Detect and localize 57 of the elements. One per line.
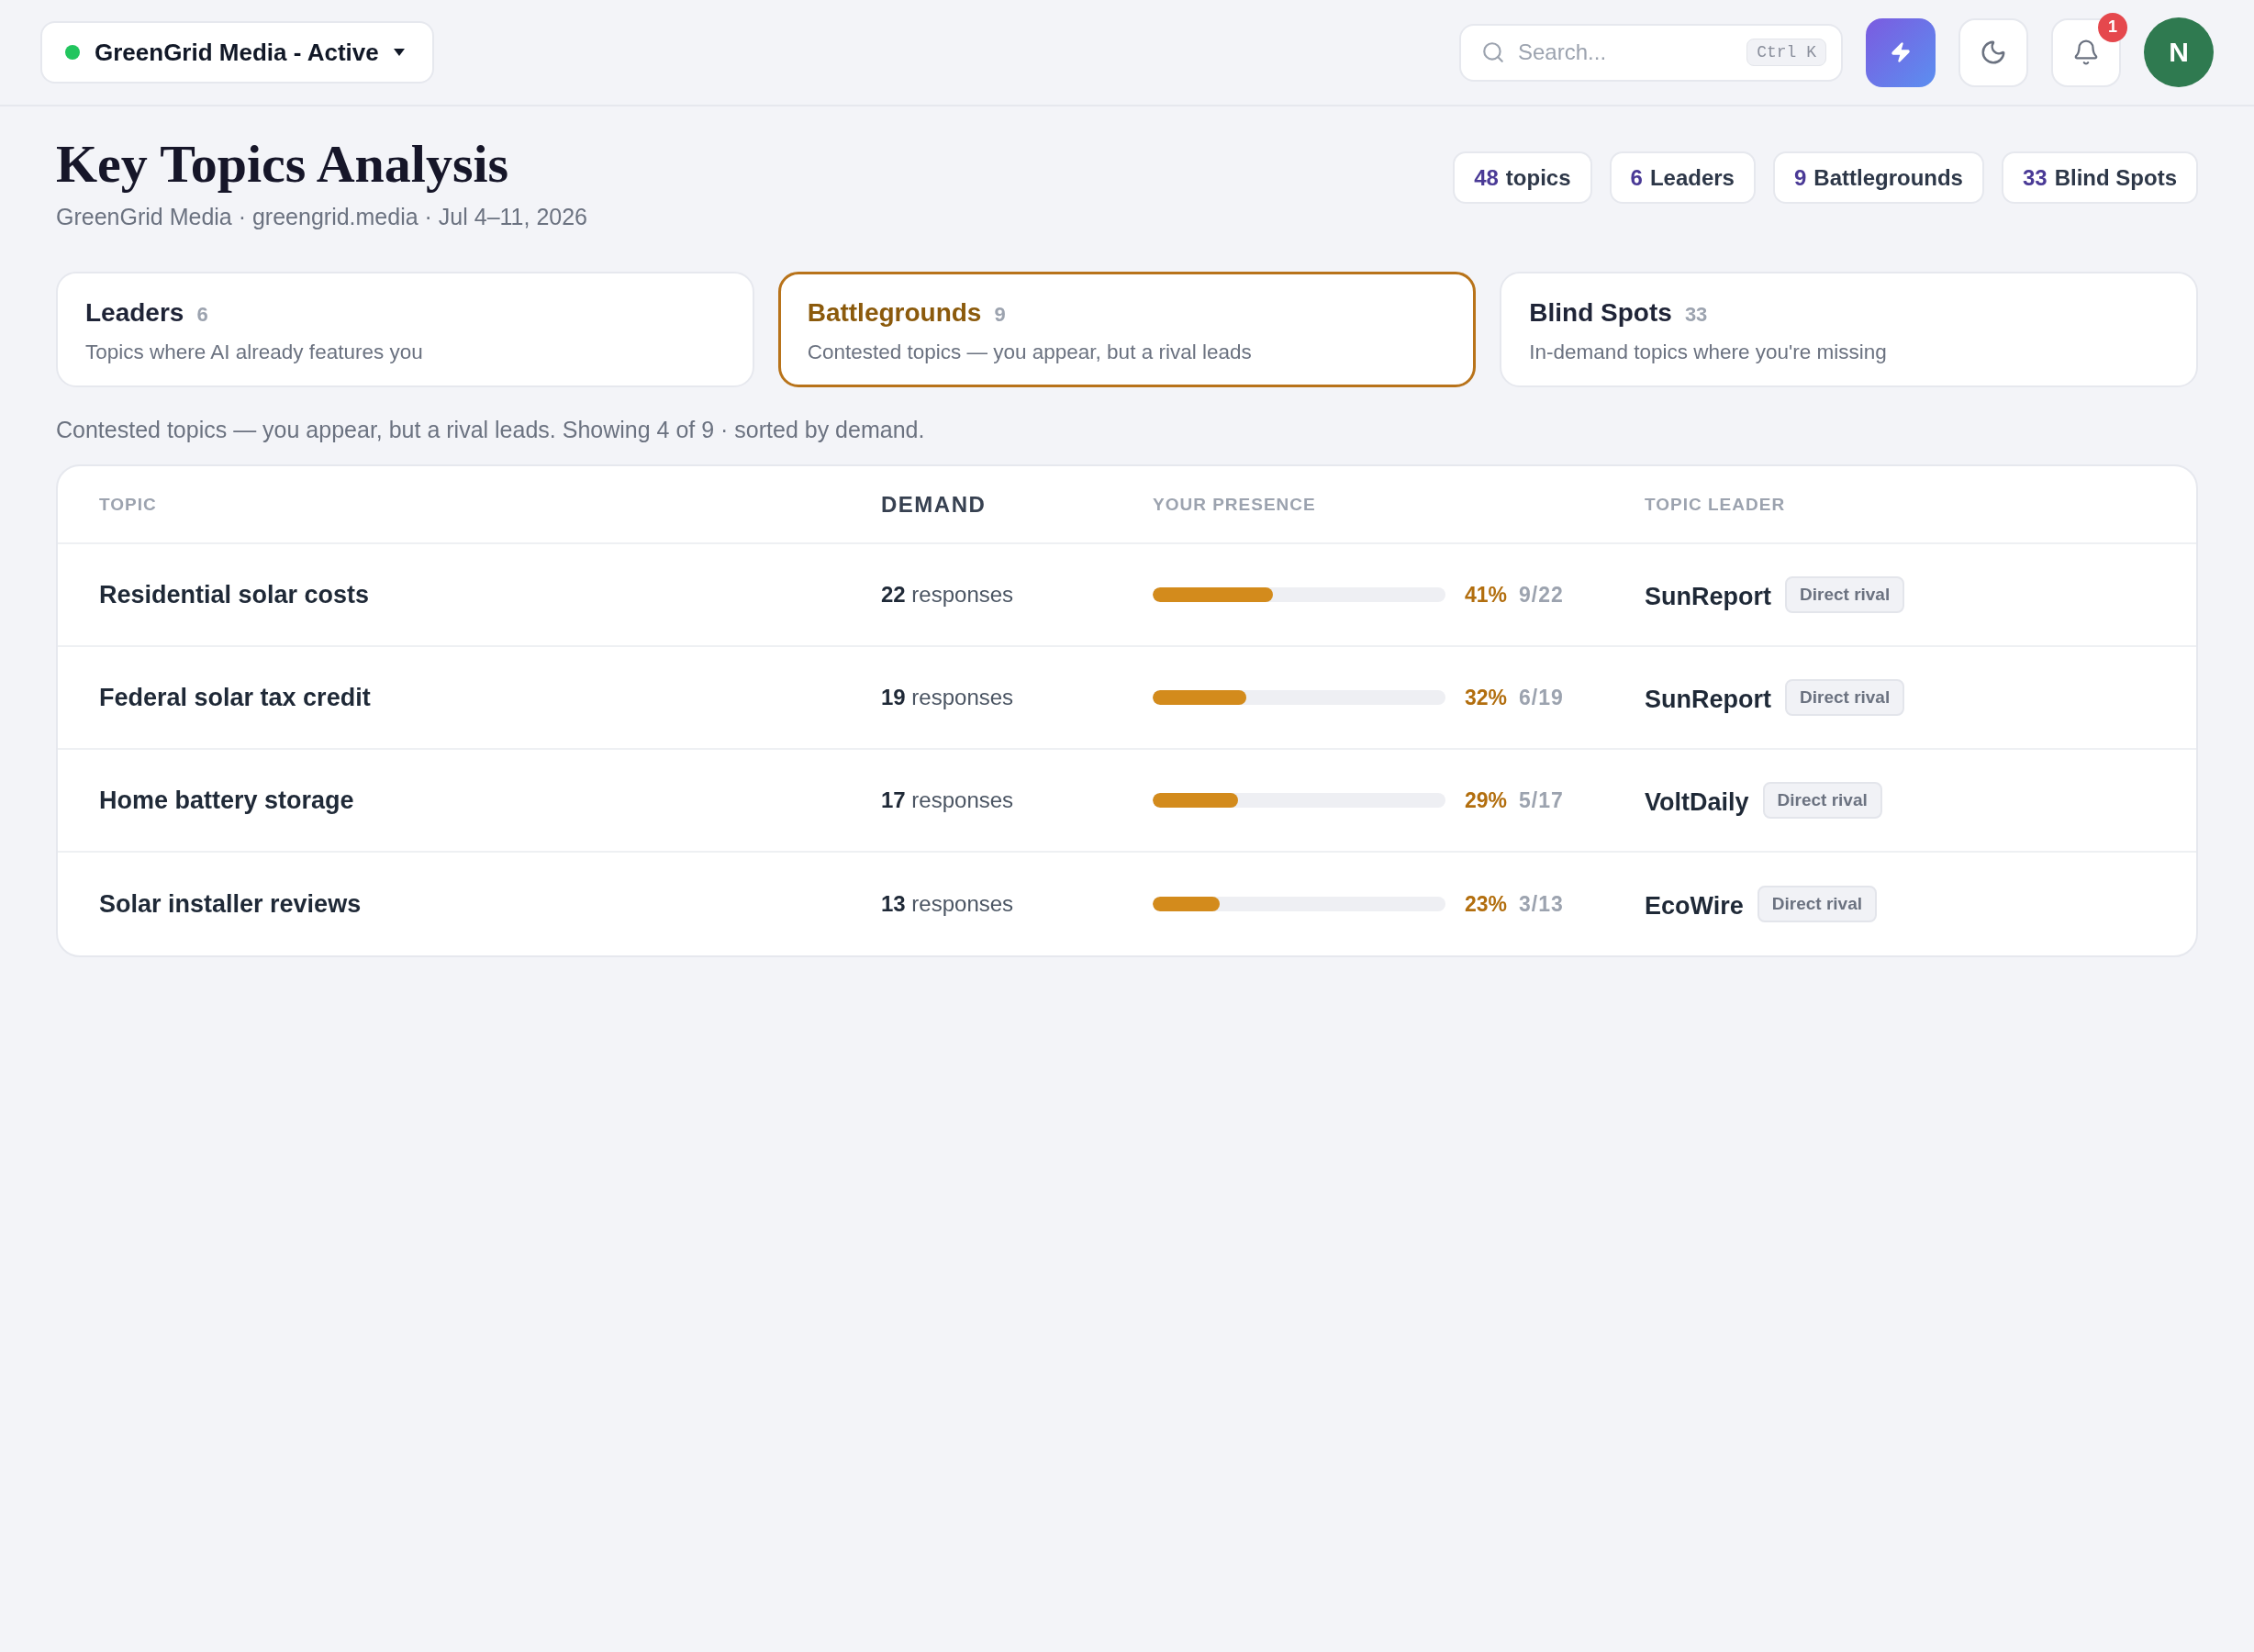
workspace-selector[interactable]: GreenGrid Media - Active	[40, 21, 434, 84]
topic-name: Federal solar tax credit	[99, 683, 371, 712]
presence-percent: 41%	[1465, 582, 1508, 608]
keyboard-shortcut: Ctrl K	[1746, 39, 1826, 66]
segment-card[interactable]: Leaders 6 Topics where AI already features you	[56, 272, 754, 387]
topic-name: Residential solar costs	[99, 580, 370, 609]
summary-chip: 6 Leaders	[1609, 151, 1756, 204]
demand-count: 17 responses	[881, 787, 1014, 813]
segment-title: Battlegrounds	[807, 297, 982, 329]
topic-name: Home battery storage	[99, 786, 354, 815]
presence-ratio: 3/13	[1519, 891, 1564, 917]
status-dot-icon	[65, 45, 80, 60]
lightning-icon	[1890, 41, 1912, 63]
topic-name: Solar installer reviews	[99, 889, 362, 919]
lightning-button[interactable]	[1866, 17, 1936, 87]
leader-name: SunReport	[1645, 581, 1771, 611]
segment-card[interactable]: Battlegrounds 9 Contested topics — you appear, but a rival leads	[777, 272, 1477, 387]
segment-title: Blind Spots	[1529, 297, 1672, 329]
segment-count: 9	[994, 303, 1006, 327]
rival-tag: Direct rival	[1757, 886, 1878, 922]
results-caption: Contested topics — you appear, but a rival leads. Showing 4 of 9 · sorted by demand.	[56, 416, 926, 444]
rival-tag: Direct rival	[1785, 679, 1905, 716]
rival-tag: Direct rival	[1762, 782, 1882, 819]
column-header[interactable]: DEMAND	[881, 491, 987, 518]
demand-count: 22 responses	[881, 582, 1014, 608]
summary-chip: 33 Blind Spots	[2001, 151, 2198, 204]
leader-name: VoltDaily	[1645, 787, 1749, 817]
demand-count: 13 responses	[881, 891, 1014, 917]
moon-icon	[1980, 39, 2007, 66]
rival-tag: Direct rival	[1785, 576, 1905, 613]
presence-ratio: 6/19	[1519, 685, 1564, 710]
presence-ratio: 5/17	[1519, 787, 1564, 813]
segment-description: Contested topics — you appear, but a rival leads	[807, 340, 1252, 365]
segment-card[interactable]: Blind Spots 33 In-demand topics where you're missing	[1500, 272, 2198, 387]
segment-description: In-demand topics where you're missing	[1529, 340, 1887, 365]
page-subtitle: GreenGrid Media · greengrid.media · Jul 4–11, 2026	[56, 203, 588, 231]
summary-chip: 9 Battlegrounds	[1772, 151, 1984, 204]
search-input[interactable]: Search...	[1518, 39, 1735, 65]
page-title: Key Topics Analysis	[56, 134, 510, 195]
segment-count: 6	[196, 303, 208, 327]
leader-name: EcoWire	[1645, 890, 1744, 921]
summary-chip: 48 topics	[1453, 151, 1592, 204]
segment-title: Leaders	[85, 297, 184, 329]
presence-percent: 32%	[1465, 685, 1508, 710]
theme-toggle-button[interactable]	[1958, 17, 2028, 87]
notification-count: 1	[2098, 12, 2127, 42]
leader-name: SunReport	[1645, 684, 1771, 714]
presence-ratio: 9/22	[1519, 582, 1564, 608]
segment-description: Topics where AI already features you	[85, 340, 423, 365]
bell-icon	[2072, 39, 2100, 66]
presence-percent: 29%	[1465, 787, 1508, 813]
presence-percent: 23%	[1465, 891, 1508, 917]
caret-icon	[393, 49, 405, 56]
demand-count: 19 responses	[881, 685, 1014, 710]
search-icon	[1481, 40, 1505, 64]
user-avatar[interactable]: N	[2144, 17, 2214, 87]
segment-count: 33	[1684, 303, 1708, 327]
